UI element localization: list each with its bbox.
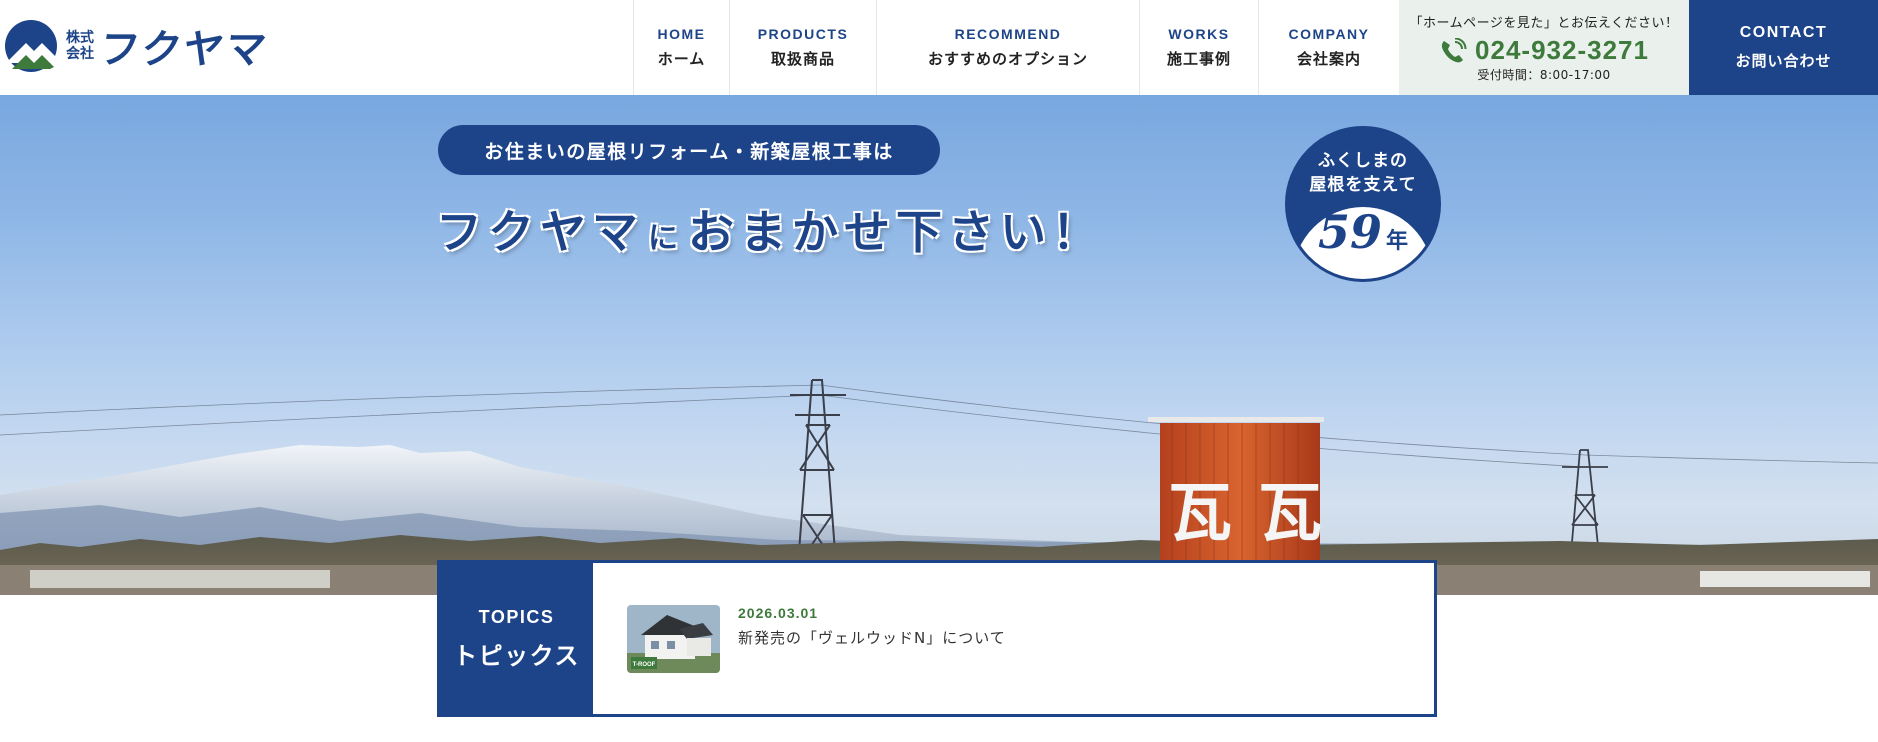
hero-landscape-image: 瓦 瓦 xyxy=(0,379,1878,595)
hero-headline-particle: に xyxy=(648,221,678,256)
mountain-logo-icon xyxy=(5,20,57,72)
years-line1: ふくしまの xyxy=(1318,151,1408,171)
nav-item-home[interactable]: HOME ホーム xyxy=(633,0,729,95)
tel-hours: 受付時間：8:00-17:00 xyxy=(1477,68,1611,82)
topics-en-label: TOPICS xyxy=(478,606,555,627)
topics-ja-label: トピックス xyxy=(453,641,580,670)
nav-item-products[interactable]: PRODUCTS 取扱商品 xyxy=(729,0,876,95)
logo-kaisha: 会社 xyxy=(66,46,94,62)
hero-pill: お住まいの屋根リフォーム・新築屋根工事は xyxy=(438,125,940,175)
nav-item-company[interactable]: COMPANY 会社案内 xyxy=(1258,0,1399,95)
nav-en-label: WORKS xyxy=(1168,26,1230,42)
nav-item-recommend[interactable]: RECOMMEND おすすめのオプション xyxy=(876,0,1139,95)
hero-headline-rest: おまかせ下さい！ xyxy=(688,205,1104,259)
building xyxy=(1700,571,1870,587)
tel-note: 「ホームページを見た」とお伝えください！ xyxy=(1409,16,1679,31)
logo-name: フクヤマ xyxy=(96,27,271,73)
hero-section: 瓦 瓦 お住まいの屋根リフォーム・新築屋根工事は フクヤマにおまかせ下さい！ ふ… xyxy=(0,95,1878,595)
phone-icon xyxy=(1441,37,1467,62)
years-badge: ふくしまの 屋根を支えて 59 年 xyxy=(1285,126,1441,282)
sign-char: 瓦 xyxy=(1168,476,1232,551)
topic-text: 2026.03.01 新発売の「ヴェルウッドN」について xyxy=(738,605,1006,648)
hero-headline-brand: フクヤマ xyxy=(436,205,644,259)
topics-panel: TOPICS トピックス T-ROOF 2026.03.01 新発売の「ヴェルウ… xyxy=(437,560,1437,717)
nav-ja-label: 取扱商品 xyxy=(770,50,835,68)
nav-en-label: PRODUCTS xyxy=(757,26,849,42)
years-unit: 年 xyxy=(1386,228,1409,254)
nav-ja-label: ホーム xyxy=(657,50,706,68)
years-caption: ふくしまの 屋根を支えて xyxy=(1288,149,1438,197)
hero-headline: フクヤマにおまかせ下さい！ xyxy=(436,196,1104,262)
sign-char: 瓦 xyxy=(1258,476,1322,551)
building xyxy=(30,570,330,588)
site-header: 株式 会社 フクヤマ HOME ホーム PRODUCTS 取扱商品 RECOMM… xyxy=(0,0,1878,95)
nav-ja-label: 会社案内 xyxy=(1296,50,1361,68)
nav-en-label: RECOMMEND xyxy=(954,26,1062,42)
logo-kabushiki: 株式 xyxy=(66,30,94,46)
site-logo[interactable]: 株式 会社 フクヤマ xyxy=(4,18,271,74)
nav-en-label: COMPANY xyxy=(1288,26,1370,42)
contact-button[interactable]: CONTACT お問い合わせ xyxy=(1689,0,1878,95)
main-nav: HOME ホーム PRODUCTS 取扱商品 RECOMMEND おすすめのオプ… xyxy=(633,0,1399,95)
contact-ja-label: お問い合わせ xyxy=(1735,52,1832,70)
topic-date: 2026.03.01 xyxy=(738,605,819,621)
topics-label: TOPICS トピックス xyxy=(440,563,593,714)
years-line2: 屋根を支えて xyxy=(1309,175,1417,195)
nav-ja-label: おすすめのオプション xyxy=(927,50,1088,68)
logo-company-type: 株式 会社 xyxy=(66,30,94,62)
nav-item-works[interactable]: WORKS 施工事例 xyxy=(1139,0,1258,95)
years-value: 59 xyxy=(1317,205,1382,259)
tel-row: 024-932-3271 xyxy=(1439,35,1649,66)
topic-item[interactable]: T-ROOF 2026.03.01 新発売の「ヴェルウッドN」について xyxy=(627,605,1006,714)
tel-box[interactable]: 「ホームページを見た」とお伝えください！ 024-932-3271 受付時間：8… xyxy=(1399,0,1689,95)
contact-en-label: CONTACT xyxy=(1739,24,1828,41)
nav-en-label: HOME xyxy=(657,26,706,42)
topic-title-link[interactable]: 新発売の「ヴェルウッドN」について xyxy=(738,627,1006,648)
topic-thumbnail-house-image: T-ROOF xyxy=(627,605,720,673)
thumb-label: T-ROOF xyxy=(633,662,656,668)
nav-ja-label: 施工事例 xyxy=(1166,50,1231,68)
years-number: 59 年 xyxy=(1288,205,1438,259)
tel-number[interactable]: 024-932-3271 xyxy=(1475,35,1649,66)
